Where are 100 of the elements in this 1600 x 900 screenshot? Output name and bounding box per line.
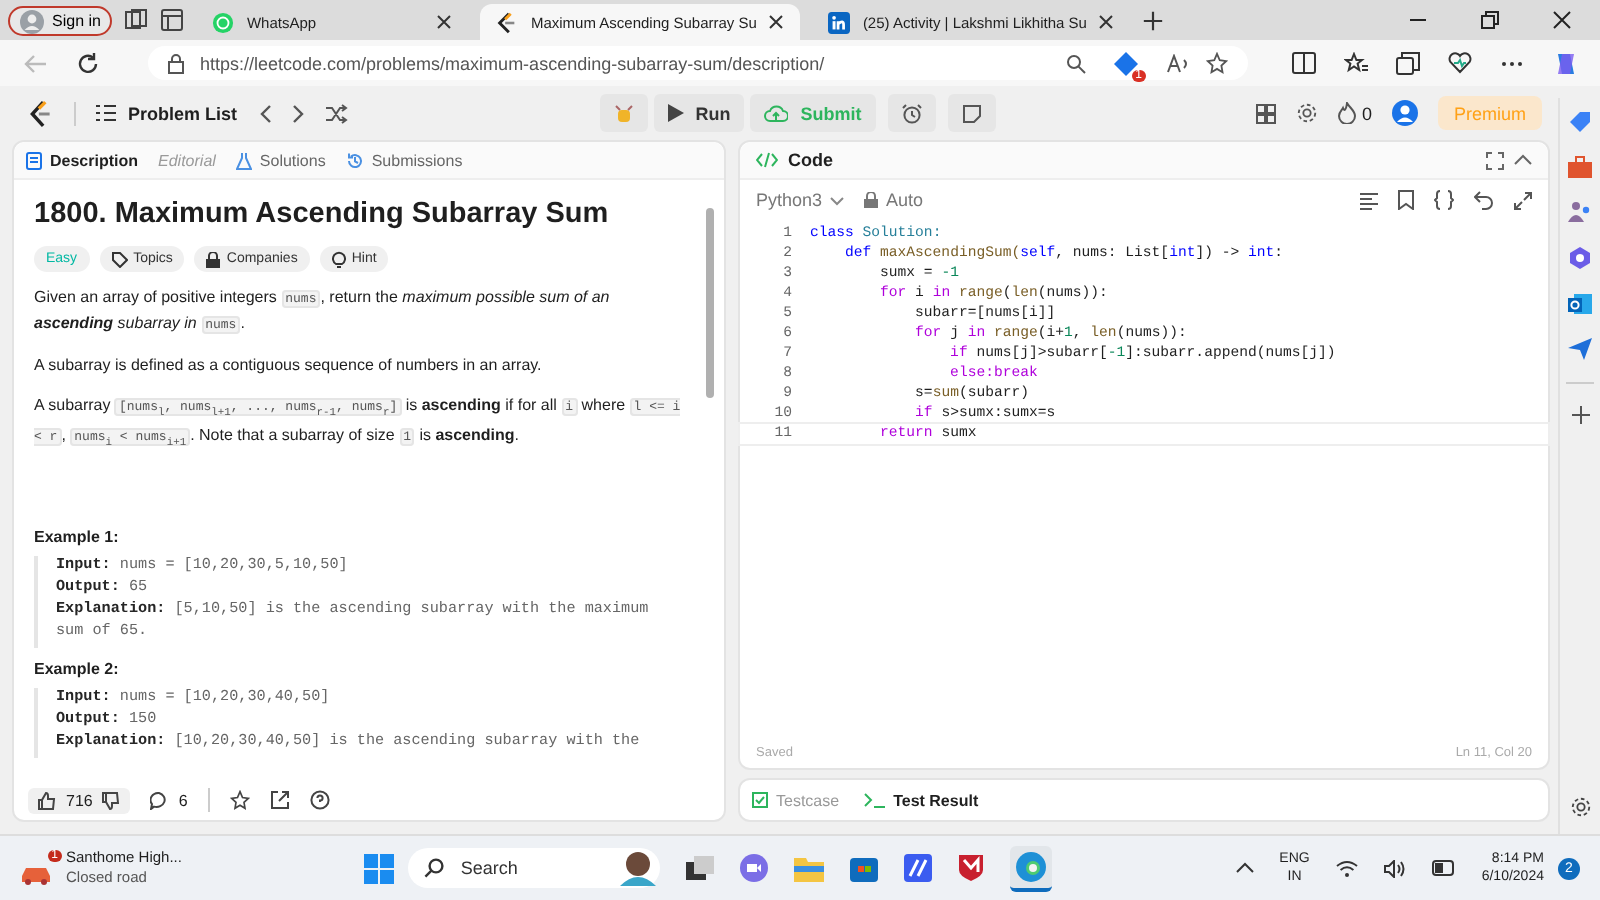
lightbulb-icon <box>331 250 346 268</box>
chevron-right-icon[interactable] <box>291 103 306 123</box>
settings-icon[interactable] <box>1295 102 1318 124</box>
note-icon <box>961 103 982 123</box>
office-icon[interactable] <box>1568 246 1592 270</box>
shield-icon[interactable] <box>958 854 985 882</box>
help-icon[interactable] <box>309 790 330 810</box>
description-paragraph: A subarray is defined as a contiguous sequence of numbers in an array. <box>34 354 544 378</box>
split-screen-icon[interactable] <box>1292 52 1316 74</box>
read-aloud-icon[interactable] <box>1166 53 1190 73</box>
chat-bubble-icon <box>212 11 235 33</box>
expand-icon[interactable] <box>1514 191 1532 209</box>
play-icon <box>667 104 684 122</box>
avatar-icon <box>616 850 661 886</box>
extension-icon[interactable] <box>1114 51 1138 75</box>
tab-actions-icon[interactable] <box>160 8 185 32</box>
format-icon[interactable] <box>1360 191 1378 209</box>
star-icon[interactable] <box>1206 52 1228 74</box>
star-icon[interactable] <box>229 790 250 810</box>
comments-button[interactable]: 6 <box>150 791 188 809</box>
toolbox-icon[interactable] <box>1568 156 1592 178</box>
undo-icon[interactable] <box>1474 190 1494 210</box>
in-logo-icon <box>828 11 851 33</box>
example-heading: Example 2: <box>34 659 121 678</box>
tag-icon[interactable] <box>1568 110 1592 134</box>
search-field[interactable]: Search <box>408 848 661 888</box>
leetcode-logo-icon[interactable] <box>28 99 54 127</box>
video-chat-icon[interactable] <box>740 854 769 882</box>
alarm-clock-icon <box>901 103 922 123</box>
chevron-up-icon[interactable] <box>1235 862 1254 874</box>
like-button[interactable]: 716 <box>28 787 131 813</box>
favorites-icon[interactable] <box>1344 52 1368 74</box>
workspaces-icon[interactable] <box>124 8 149 32</box>
plus-icon[interactable] <box>1571 406 1589 424</box>
collections-icon[interactable] <box>1396 51 1420 75</box>
flame-icon[interactable] <box>1337 102 1356 124</box>
cloud-upload-icon <box>764 104 789 122</box>
checkbox-icon <box>752 792 768 808</box>
wifi-icon[interactable] <box>1335 859 1358 877</box>
battery-icon[interactable] <box>1431 860 1456 876</box>
restore-icon[interactable] <box>1480 10 1500 30</box>
task-view-icon[interactable] <box>686 856 715 880</box>
bug-icon <box>613 103 634 123</box>
example-heading: Example 1: <box>34 527 121 546</box>
lock-icon <box>206 251 221 267</box>
store-icon[interactable] <box>850 854 879 882</box>
history-icon <box>345 151 364 169</box>
people-icon[interactable] <box>1568 200 1592 224</box>
lock-icon <box>168 53 184 73</box>
outlook-icon[interactable] <box>1568 292 1592 316</box>
refresh-icon[interactable] <box>76 51 100 75</box>
list-icon <box>96 104 116 122</box>
thumbs-up-icon <box>38 791 56 809</box>
windows-start-icon[interactable] <box>364 853 395 883</box>
person-icon <box>20 9 44 33</box>
share-icon[interactable] <box>269 790 290 810</box>
settings-icon[interactable] <box>1569 796 1591 818</box>
comment-icon <box>150 791 169 809</box>
close-icon[interactable] <box>436 14 453 30</box>
braces-icon[interactable] <box>1434 190 1454 210</box>
problem-list-button[interactable]: Problem List <box>96 103 238 123</box>
notes-button[interactable] <box>947 94 996 132</box>
tag-icon <box>111 251 128 267</box>
timer-button[interactable] <box>887 94 936 132</box>
panel-tab[interactable]: Solutions <box>235 151 326 169</box>
chevron-left-icon[interactable] <box>257 103 272 123</box>
panel-title: Code <box>788 150 833 170</box>
chevron-down-icon <box>830 195 845 205</box>
shuffle-icon[interactable] <box>325 103 348 123</box>
run-button[interactable]: Run <box>653 94 745 132</box>
fullscreen-icon[interactable] <box>1486 151 1504 169</box>
panel-tab[interactable]: Test Result <box>863 791 979 809</box>
terminal-icon <box>863 792 886 808</box>
document-icon <box>26 151 42 169</box>
new-tab-icon[interactable] <box>1142 10 1165 32</box>
close-icon[interactable] <box>1098 14 1115 30</box>
search-icon <box>424 858 445 878</box>
zoom-icon[interactable] <box>1066 53 1086 73</box>
close-icon[interactable] <box>768 14 785 30</box>
panel-tab[interactable]: Description <box>26 151 139 169</box>
autocomplete-mode[interactable]: Auto <box>864 190 924 210</box>
heart-pulse-icon[interactable] <box>1448 52 1472 74</box>
speaker-icon[interactable] <box>1383 859 1406 877</box>
lock-icon <box>864 192 879 208</box>
flask-icon <box>235 151 252 169</box>
collapse-icon[interactable] <box>1514 154 1532 166</box>
profile-button[interactable]: Sign in <box>8 6 113 36</box>
thumbs-down-icon[interactable] <box>102 791 121 809</box>
avatar-icon[interactable] <box>1392 100 1418 126</box>
send-icon[interactable] <box>1568 338 1592 360</box>
layout-icon[interactable] <box>1255 103 1276 123</box>
more-icon[interactable] <box>1500 59 1524 67</box>
panel-tab[interactable]: Submissions <box>345 151 463 169</box>
language-dropdown[interactable]: Python3 <box>756 190 845 210</box>
bookmark-icon[interactable] <box>1398 190 1414 210</box>
code-icon <box>756 152 778 168</box>
folder-icon[interactable] <box>794 855 825 881</box>
close-icon[interactable] <box>1552 10 1572 30</box>
app-icon[interactable] <box>904 854 933 882</box>
problem-title: 1800. Maximum Ascending Subarray Sum <box>34 198 611 230</box>
